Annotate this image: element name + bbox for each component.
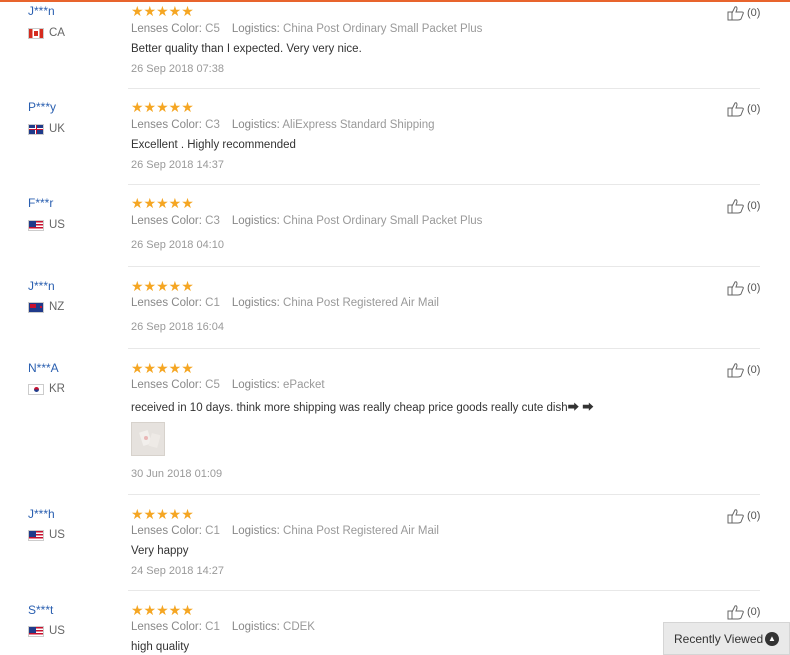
review-text: Better quality than I expected. Very ver…: [131, 43, 362, 55]
top-accent-line: [0, 0, 790, 2]
review-divider: [128, 266, 760, 267]
review-text: received in 10 days. think more shipping…: [131, 402, 594, 414]
helpful-count: (0): [747, 510, 761, 522]
helpful-count: (0): [747, 103, 761, 115]
star-rating: ★★★★★: [131, 506, 194, 522]
buyer-name[interactable]: J***n: [28, 4, 55, 18]
helpful-count: (0): [747, 364, 761, 376]
star-rating: ★★★★★: [131, 602, 194, 618]
thumbs-up-icon: [727, 509, 744, 524]
flag-us-icon: [28, 529, 44, 541]
helpful-button[interactable]: (0): [727, 5, 760, 21]
flag-kr-icon: [28, 383, 44, 395]
helpful-count: (0): [747, 7, 761, 19]
buyer-name[interactable]: S***t: [28, 603, 53, 617]
review-text: Very happy: [131, 545, 189, 557]
review-date: 26 Sep 2018 16:04: [131, 321, 224, 333]
buyer-country: NZ: [28, 301, 64, 313]
star-rating: ★★★★★: [131, 99, 194, 115]
country-code: US: [49, 219, 65, 231]
country-code: UK: [49, 123, 65, 135]
review-date: 24 Sep 2018 14:27: [131, 565, 224, 577]
review-meta: Lenses Color: C5 Logistics: ePacket: [131, 379, 325, 391]
country-code: CA: [49, 27, 65, 39]
country-code: US: [49, 529, 65, 541]
buyer-name[interactable]: P***y: [28, 100, 56, 114]
review-text: Excellent . Highly recommended: [131, 139, 296, 151]
buyer-country: CA: [28, 27, 65, 39]
thumbs-up-icon: [727, 6, 744, 21]
recently-viewed-label: Recently Viewed: [674, 631, 764, 646]
review-divider: [128, 590, 760, 591]
helpful-button[interactable]: (0): [727, 604, 760, 620]
buyer-country: UK: [28, 123, 65, 135]
helpful-button[interactable]: (0): [727, 198, 760, 214]
review-divider: [128, 184, 760, 185]
chevron-up-icon: ▲: [765, 631, 779, 646]
review-photo-thumbnail[interactable]: [131, 422, 165, 456]
review-date: 26 Sep 2018 14:37: [131, 159, 224, 171]
helpful-count: (0): [747, 282, 761, 294]
recently-viewed-button[interactable]: Recently Viewed ▲: [663, 622, 790, 655]
star-rating: ★★★★★: [131, 360, 194, 376]
helpful-button[interactable]: (0): [727, 362, 760, 378]
helpful-button[interactable]: (0): [727, 280, 760, 296]
flag-uk-icon: [28, 123, 44, 135]
flag-us-icon: [28, 219, 44, 231]
helpful-count: (0): [747, 606, 761, 618]
buyer-country: KR: [28, 383, 65, 395]
review-meta: Lenses Color: C1 Logistics: CDEK: [131, 621, 315, 633]
review-divider: [128, 88, 760, 89]
review-date: 30 Jun 2018 01:09: [131, 468, 223, 480]
thumbs-up-icon: [727, 281, 744, 296]
flag-nz-icon: [28, 301, 44, 313]
review-meta: Lenses Color: C5 Logistics: China Post Or…: [131, 23, 483, 35]
thumbs-up-icon: [727, 605, 744, 620]
buyer-name[interactable]: J***h: [28, 507, 55, 521]
helpful-count: (0): [747, 200, 761, 212]
buyer-country: US: [28, 219, 65, 231]
country-code: KR: [49, 383, 65, 395]
country-code: NZ: [49, 301, 65, 313]
helpful-button[interactable]: (0): [727, 101, 760, 117]
helpful-button[interactable]: (0): [727, 508, 760, 524]
buyer-name[interactable]: F***r: [28, 196, 53, 210]
review-text: high quality: [131, 641, 190, 653]
country-code: US: [49, 625, 65, 637]
thumbs-up-icon: [727, 102, 744, 117]
star-rating: ★★★★★: [131, 195, 194, 211]
buyer-country: US: [28, 529, 65, 541]
star-rating: ★★★★★: [131, 278, 194, 294]
buyer-country: US: [28, 625, 65, 637]
review-meta: Lenses Color: C1 Logistics: China Post Re…: [131, 297, 439, 309]
flag-ca-icon: [28, 27, 44, 39]
review-divider: [128, 348, 760, 349]
flag-us-icon: [28, 625, 44, 637]
review-date: 26 Sep 2018 04:10: [131, 239, 224, 251]
buyer-name[interactable]: N***A: [28, 361, 59, 375]
review-meta: Lenses Color: C1 Logistics: China Post Re…: [131, 525, 439, 537]
review-divider: [128, 494, 760, 495]
thumbs-up-icon: [727, 363, 744, 378]
review-meta: Lenses Color: C3 Logistics: China Post Or…: [131, 215, 483, 227]
buyer-name[interactable]: J***n: [28, 279, 55, 293]
thumbs-up-icon: [727, 199, 744, 214]
review-date: 26 Sep 2018 07:38: [131, 63, 224, 75]
review-meta: Lenses Color: C3 Logistics: AliExpress St…: [131, 119, 435, 131]
star-rating: ★★★★★: [131, 3, 194, 19]
